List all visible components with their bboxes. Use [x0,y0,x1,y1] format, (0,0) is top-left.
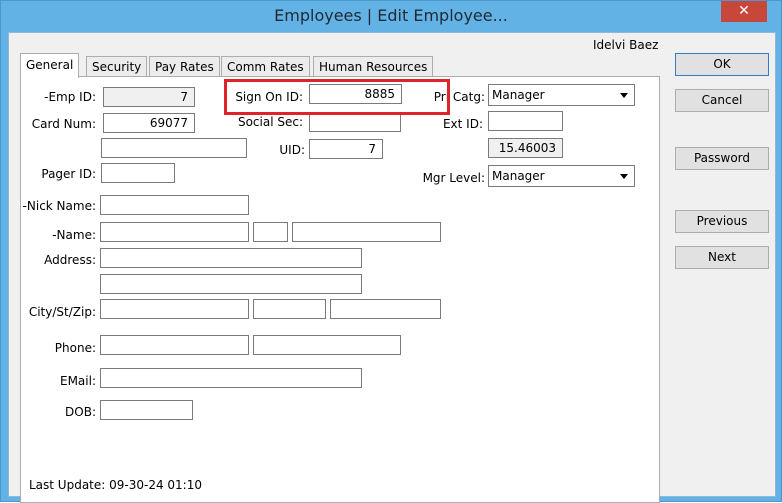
social-sec-label: Social Sec: [237,115,303,129]
emp-id-field[interactable]: 7 [103,87,195,107]
next-button[interactable]: Next [675,246,769,269]
last-update-text: Last Update: 09-30-24 01:10 [29,478,202,492]
pager-id-field[interactable] [101,163,175,183]
close-icon: ✕ [738,3,750,19]
phone-label: Phone: [54,341,96,355]
close-button[interactable]: ✕ [721,1,767,22]
uid-label: UID: [279,143,305,157]
uid-field[interactable]: 7 [309,139,383,159]
tab-human-resources[interactable]: Human Resources [313,56,434,77]
nick-name-label: -Nick Name: [22,199,96,213]
chevron-down-icon [620,93,628,98]
previous-button[interactable]: Previous [675,210,769,233]
phone-alt-field[interactable] [253,335,401,355]
tab-general[interactable]: General [20,53,80,78]
email-field[interactable] [100,368,362,388]
emp-id-label: -Emp ID: [44,90,96,104]
card-num-field[interactable]: 69077 [103,113,195,133]
mgr-level-label: Mgr Level: [422,171,485,185]
mgr-level-value: Manager [492,169,545,183]
city-field[interactable] [100,299,249,319]
ext-id-field[interactable] [488,111,563,131]
ok-button[interactable]: OK [675,53,769,76]
password-button[interactable]: Password [675,147,769,170]
city-st-zip-label: City/St/Zip: [28,305,96,319]
cancel-button[interactable]: Cancel [675,89,769,112]
sign-on-id-highlight [224,79,450,115]
state-field[interactable] [253,299,326,319]
address-line1-field[interactable] [100,248,362,268]
chevron-down-icon [620,174,628,179]
readonly-value-field: 15.46003 [488,138,563,158]
address-line2-field[interactable] [100,274,362,294]
ext-id-label: Ext ID: [442,117,483,131]
last-name-field[interactable] [292,222,441,242]
current-user-name: Idelvi Baez [593,38,659,52]
zip-field[interactable] [330,299,441,319]
dob-field[interactable] [100,400,193,420]
window-title: Employees | Edit Employee... [274,6,508,25]
pager-id-label: Pager ID: [41,167,96,181]
middle-initial-field[interactable] [253,222,288,242]
title-bar[interactable]: Employees | Edit Employee... ✕ [1,1,781,31]
dob-label: DOB: [65,405,96,419]
mgr-level-select[interactable]: Manager [488,165,635,187]
address-label: Address: [44,253,96,267]
first-name-field[interactable] [100,222,249,242]
name-label: -Name: [52,228,96,242]
tab-security[interactable]: Security [86,56,148,77]
pri-catg-select[interactable]: Manager [488,84,635,106]
card-num-extra-field[interactable] [101,138,247,158]
card-num-label: Card Num: [31,117,96,131]
nick-name-field[interactable] [100,195,249,215]
pri-catg-value: Manager [492,88,545,102]
email-label: EMail: [60,374,96,388]
tab-comm-rates[interactable]: Comm Rates [221,56,310,77]
phone-field[interactable] [100,335,249,355]
tab-pay-rates[interactable]: Pay Rates [149,56,220,77]
social-sec-field[interactable] [309,112,401,132]
